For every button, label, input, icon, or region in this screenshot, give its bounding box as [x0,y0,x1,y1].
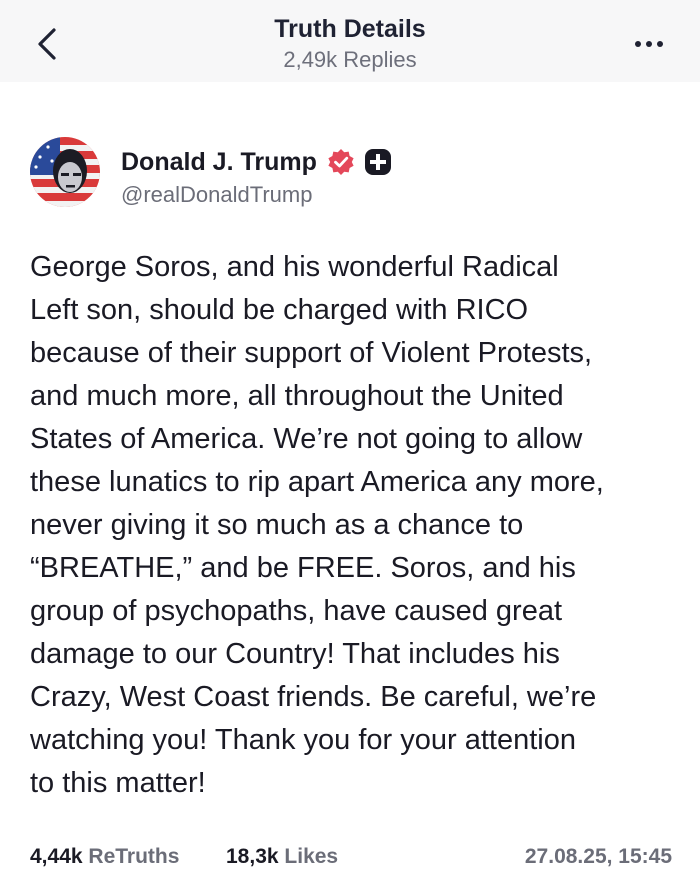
post-line: Crazy, West Coast friends. Be careful, w… [30,681,597,713]
post-line: damage to our Country! That includes his [30,638,560,670]
post-line: these lunatics to rip apart America any … [30,466,604,498]
verified-badge-icon [328,149,354,175]
post-line: George Soros, and his wonderful Radical [30,251,559,283]
retruths-stat[interactable]: 4,44k ReTruths [30,842,179,872]
likes-stat[interactable]: 18,3k Likes [226,842,338,872]
author-handle[interactable]: @realDonaldTrump [121,182,312,208]
post-line: group of psychopaths, have caused great [30,595,563,627]
post-stats: 4,44k ReTruths 18,3k Likes 27.08.25, 15:… [30,842,672,872]
post-line: and much more, all throughout the United [30,380,564,412]
post-line: to this matter! [30,767,206,799]
more-options-button[interactable] [630,34,670,54]
replies-count: 2,49k Replies [283,47,417,72]
page-title: Truth Details [274,15,426,43]
author-name[interactable]: Donald J. Trump [121,148,317,177]
post-body: George Soros, and his wonderful Radical … [30,246,680,805]
post-line: Left son, should be charged with RICO [30,294,529,326]
retruths-label: ReTruths [88,845,180,868]
post-line: watching you! Thank you for your attenti… [30,724,576,756]
post-line: States of America. We’re not going to al… [30,423,583,455]
avatar-image [30,137,100,207]
post-timestamp: 27.08.25, 15:45 [524,845,672,868]
author-row: Donald J. Trump [121,145,392,179]
likes-count: 18,3k [226,845,279,868]
post-line: never giving it so much as a chance to [30,509,524,541]
header-titles: Truth Details 2,49k Replies [0,14,700,75]
post-line: “BREATHE,” and be FREE. Soros, and his [30,552,576,584]
ellipsis-horizontal-icon [635,41,663,47]
plus-badge-icon [364,149,391,175]
likes-label: Likes [284,845,339,868]
post-line: because of their support of Violent Prot… [30,337,593,369]
retruths-count: 4,44k [30,845,83,868]
top-bar: Truth Details 2,49k Replies [0,0,700,82]
avatar[interactable] [30,137,100,207]
